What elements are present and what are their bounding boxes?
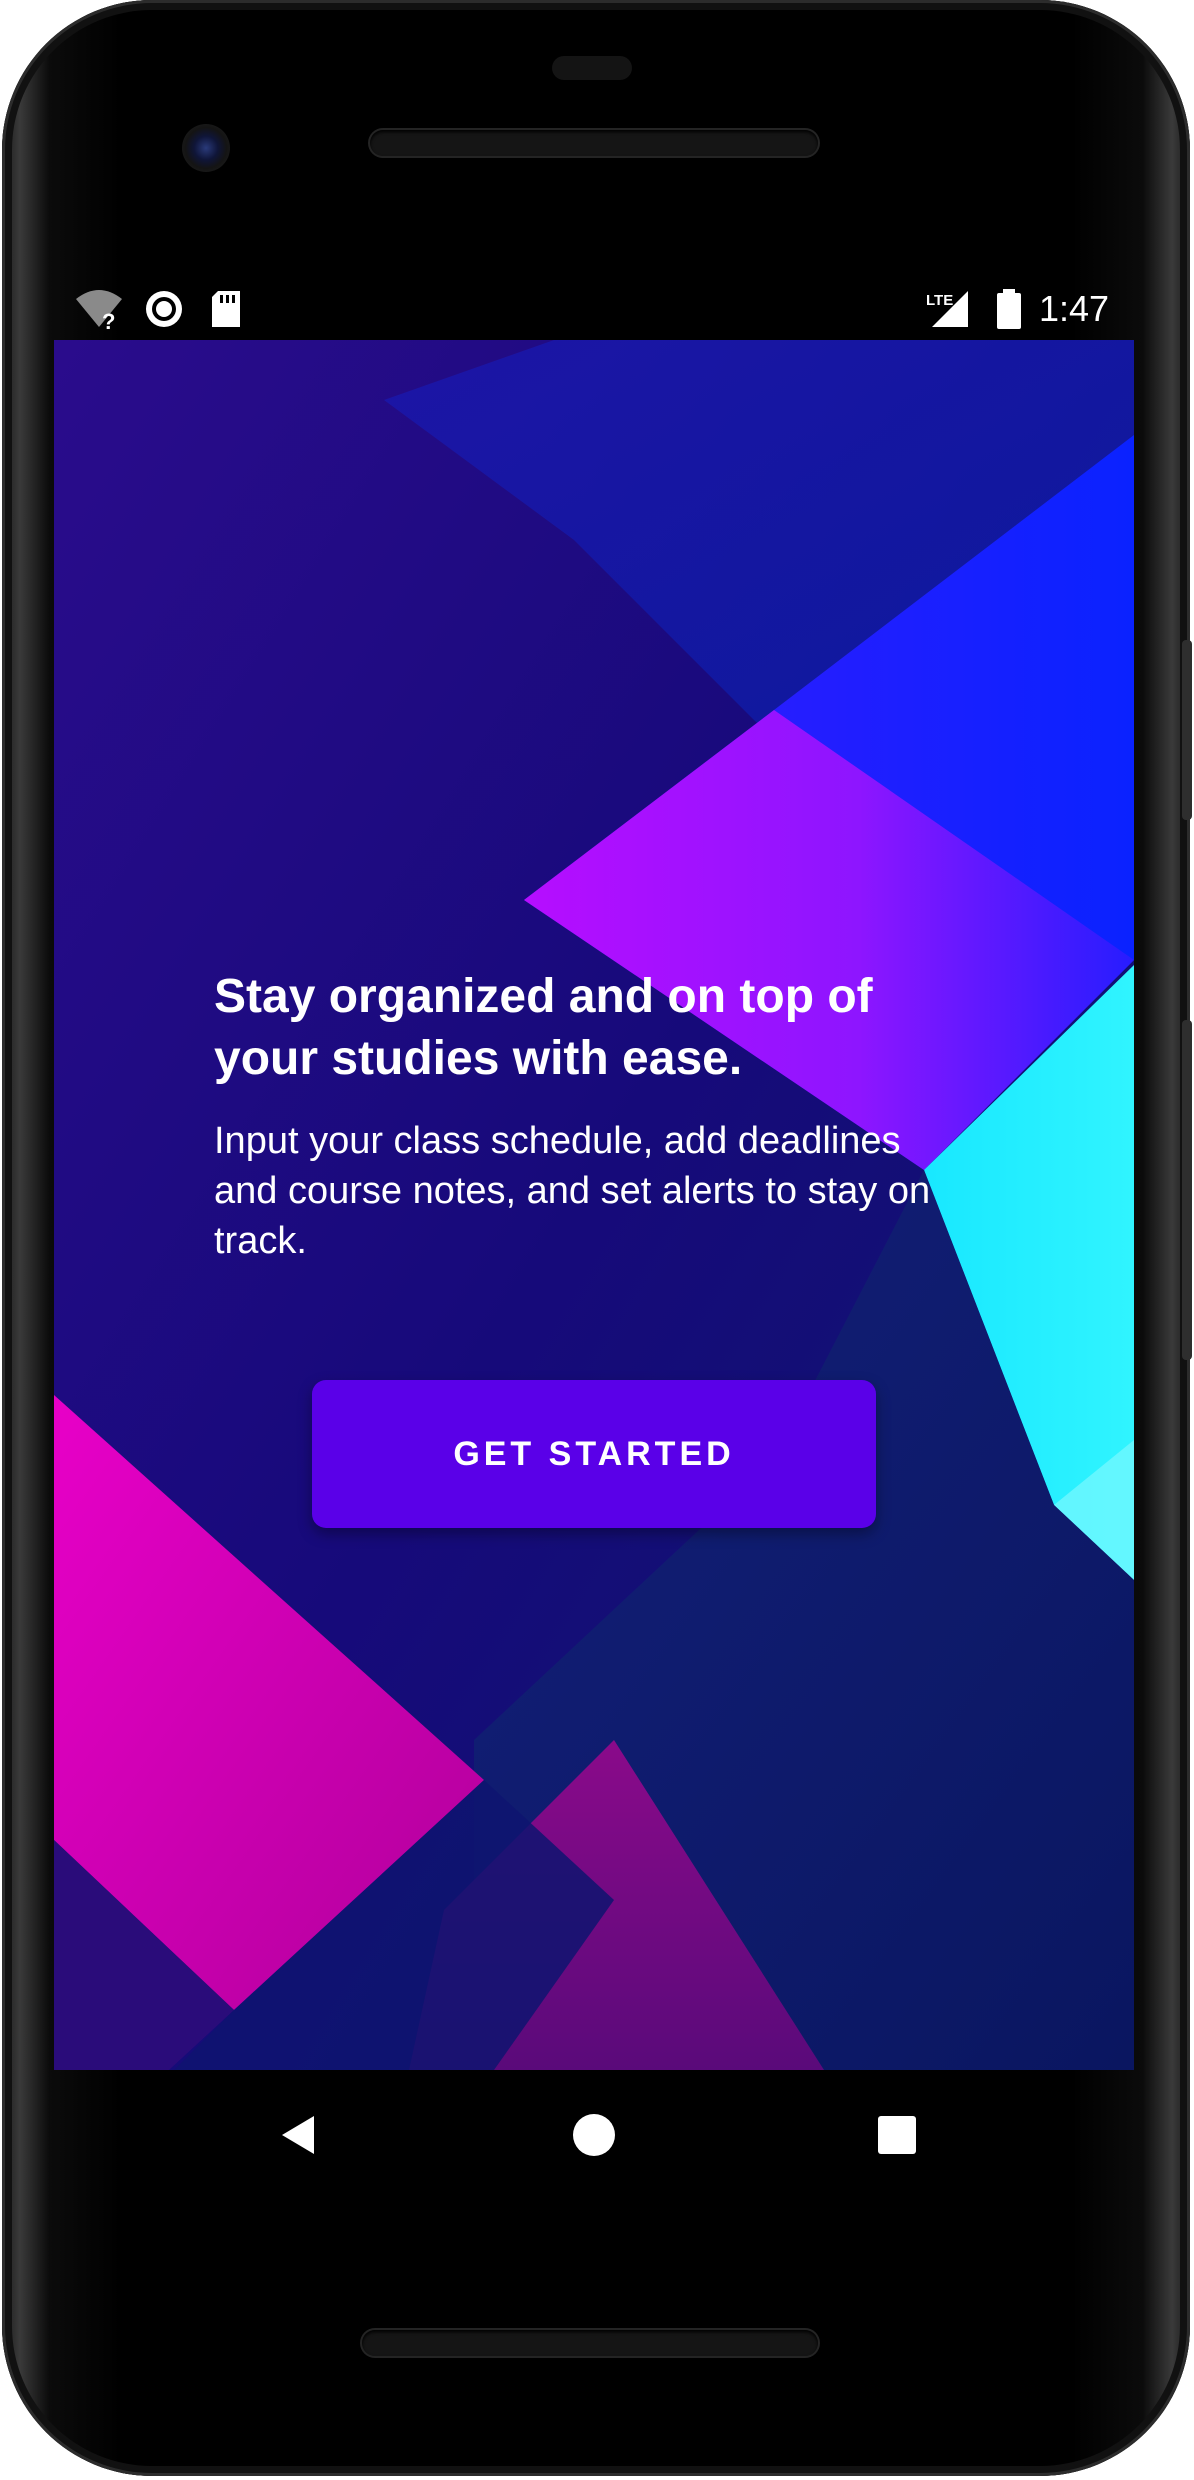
phone-frame: ? LTE 1:47 Stay organized and on top of … (2, 0, 1192, 2476)
get-started-button[interactable]: GET STARTED (312, 1380, 876, 1528)
navigation-bar (54, 2070, 1134, 2200)
front-camera (182, 124, 230, 172)
status-bar: ? LTE 1:47 (54, 285, 1134, 335)
status-time: 1:47 (1039, 288, 1110, 329)
volume-button (1182, 1020, 1192, 1360)
wifi-question-icon: ? (74, 287, 124, 331)
home-icon[interactable] (559, 2100, 629, 2170)
lte-signal-icon: LTE (924, 287, 972, 331)
back-icon[interactable] (264, 2100, 334, 2170)
battery-full-icon (994, 287, 1024, 331)
recents-icon[interactable] (862, 2100, 932, 2170)
onboarding-screen: Stay organized and on top of your studie… (54, 340, 1134, 2070)
top-speaker-grille (370, 130, 818, 156)
onboarding-description: Input your class schedule, add deadlines… (214, 1120, 931, 1262)
svg-text:LTE: LTE (926, 292, 953, 309)
onboarding-headline: Stay organized and on top of your studie… (214, 970, 873, 1085)
power-button (1182, 640, 1192, 820)
svg-text:?: ? (102, 309, 115, 331)
bottom-speaker-grille (362, 2330, 818, 2356)
sd-card-icon (208, 287, 244, 331)
circle-record-icon (142, 287, 186, 331)
earpiece (552, 56, 632, 80)
